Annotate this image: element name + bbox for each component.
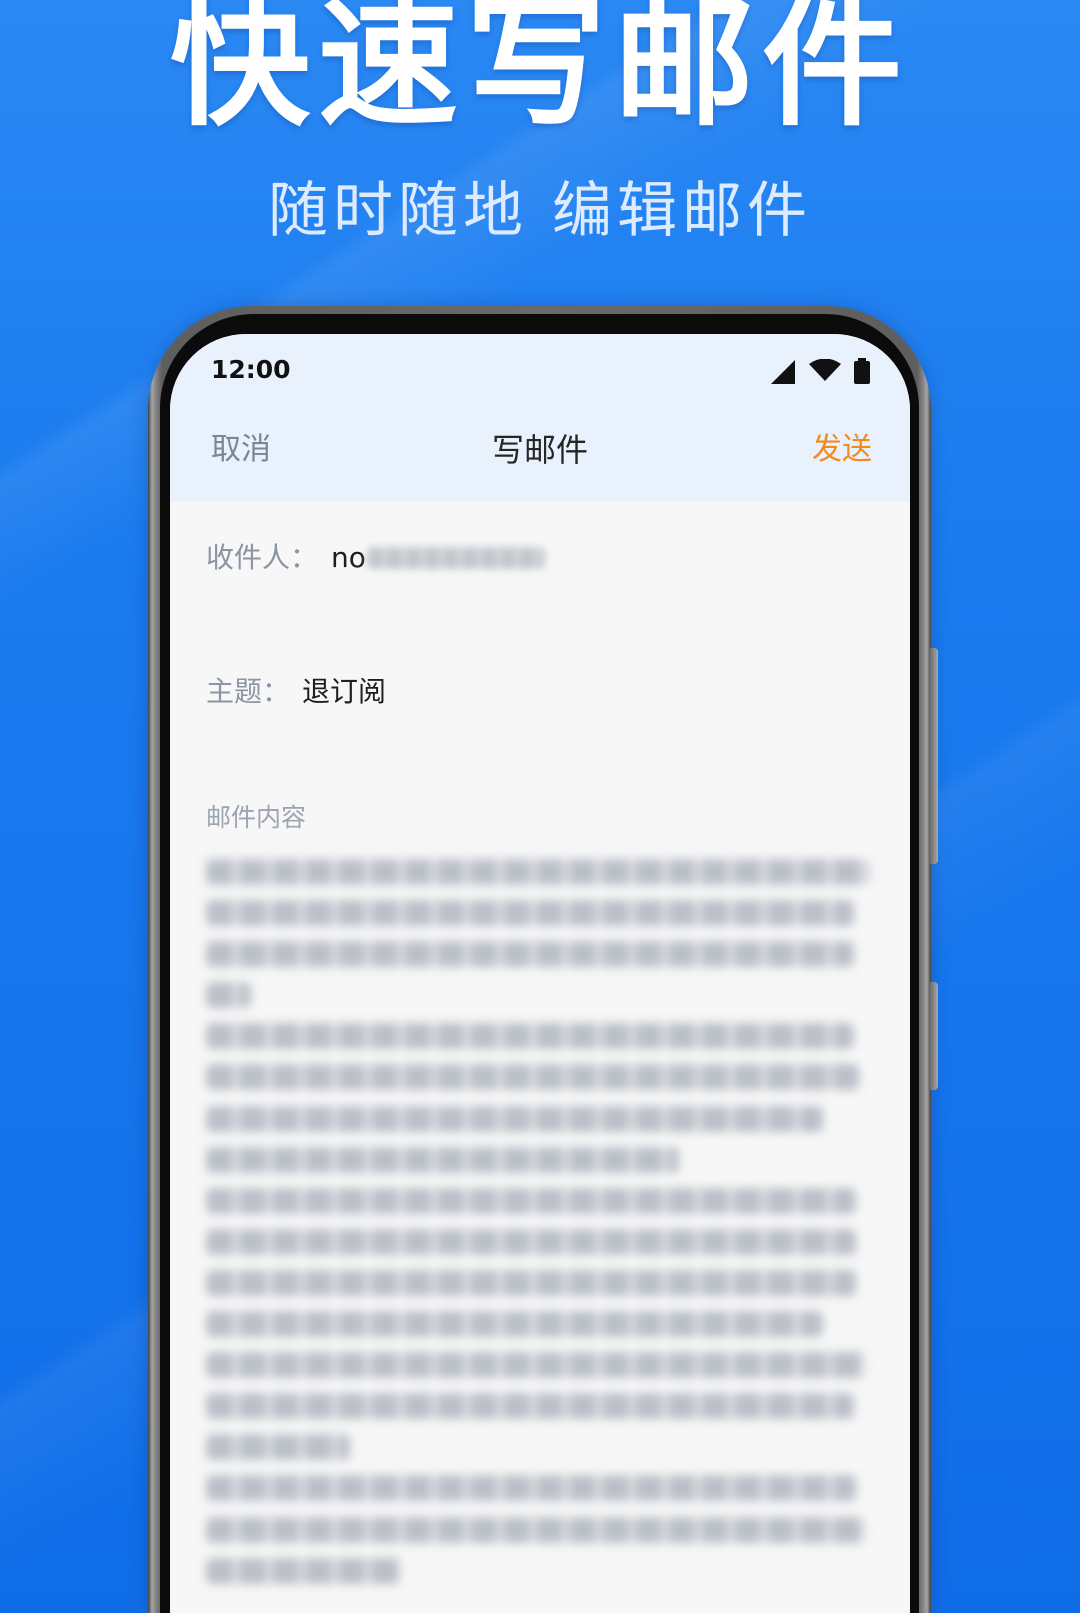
- blurred-body-line: [206, 941, 854, 967]
- blurred-body-line: [206, 1517, 866, 1543]
- body-editor[interactable]: [206, 859, 876, 1584]
- hero-subtitle: 随时随地 编辑邮件: [267, 176, 813, 246]
- battery-icon: [854, 358, 870, 384]
- blurred-body-line: [206, 1270, 856, 1296]
- hero-title: 快速写邮件: [169, 0, 910, 146]
- phone-screen: 12:00 取消 写邮件 发送 收件人： no 主题： 退订阅 邮件内容: [170, 334, 910, 1613]
- body-label: 邮件内容: [206, 803, 307, 832]
- blurred-body-line: [206, 1393, 854, 1419]
- recipient-input[interactable]: no: [331, 540, 366, 576]
- blurred-body-line: [206, 1229, 856, 1255]
- phone-power-button: [930, 982, 938, 1090]
- subject-input[interactable]: 退订阅: [302, 674, 386, 710]
- recipient-label: 收件人：: [206, 541, 319, 574]
- blurred-body-line: [206, 1147, 679, 1173]
- blurred-body-line: [206, 1106, 823, 1132]
- app-header: 12:00 取消 写邮件 发送: [170, 334, 910, 502]
- page-title: 写邮件: [491, 431, 588, 469]
- blurred-body-line: [206, 1352, 866, 1378]
- blurred-body-line: [206, 1064, 859, 1090]
- status-time: 12:00: [211, 355, 291, 384]
- blurred-recipient-address: [367, 547, 545, 569]
- blurred-body-line: [206, 1558, 401, 1584]
- blurred-body-line: [206, 1434, 350, 1460]
- subject-label: 主题：: [206, 675, 291, 708]
- blurred-body-line: [206, 859, 869, 885]
- phone-volume-button: [930, 648, 938, 864]
- blurred-body-line: [206, 1475, 856, 1501]
- signal-icon: [771, 360, 795, 384]
- blurred-body-line: [206, 1023, 854, 1049]
- wifi-icon: [809, 359, 841, 381]
- blurred-body-line: [206, 1188, 856, 1214]
- blurred-body-line: [206, 1311, 823, 1337]
- send-button[interactable]: 发送: [812, 432, 872, 468]
- blurred-body-line: [206, 900, 854, 926]
- blurred-body-line: [206, 982, 251, 1008]
